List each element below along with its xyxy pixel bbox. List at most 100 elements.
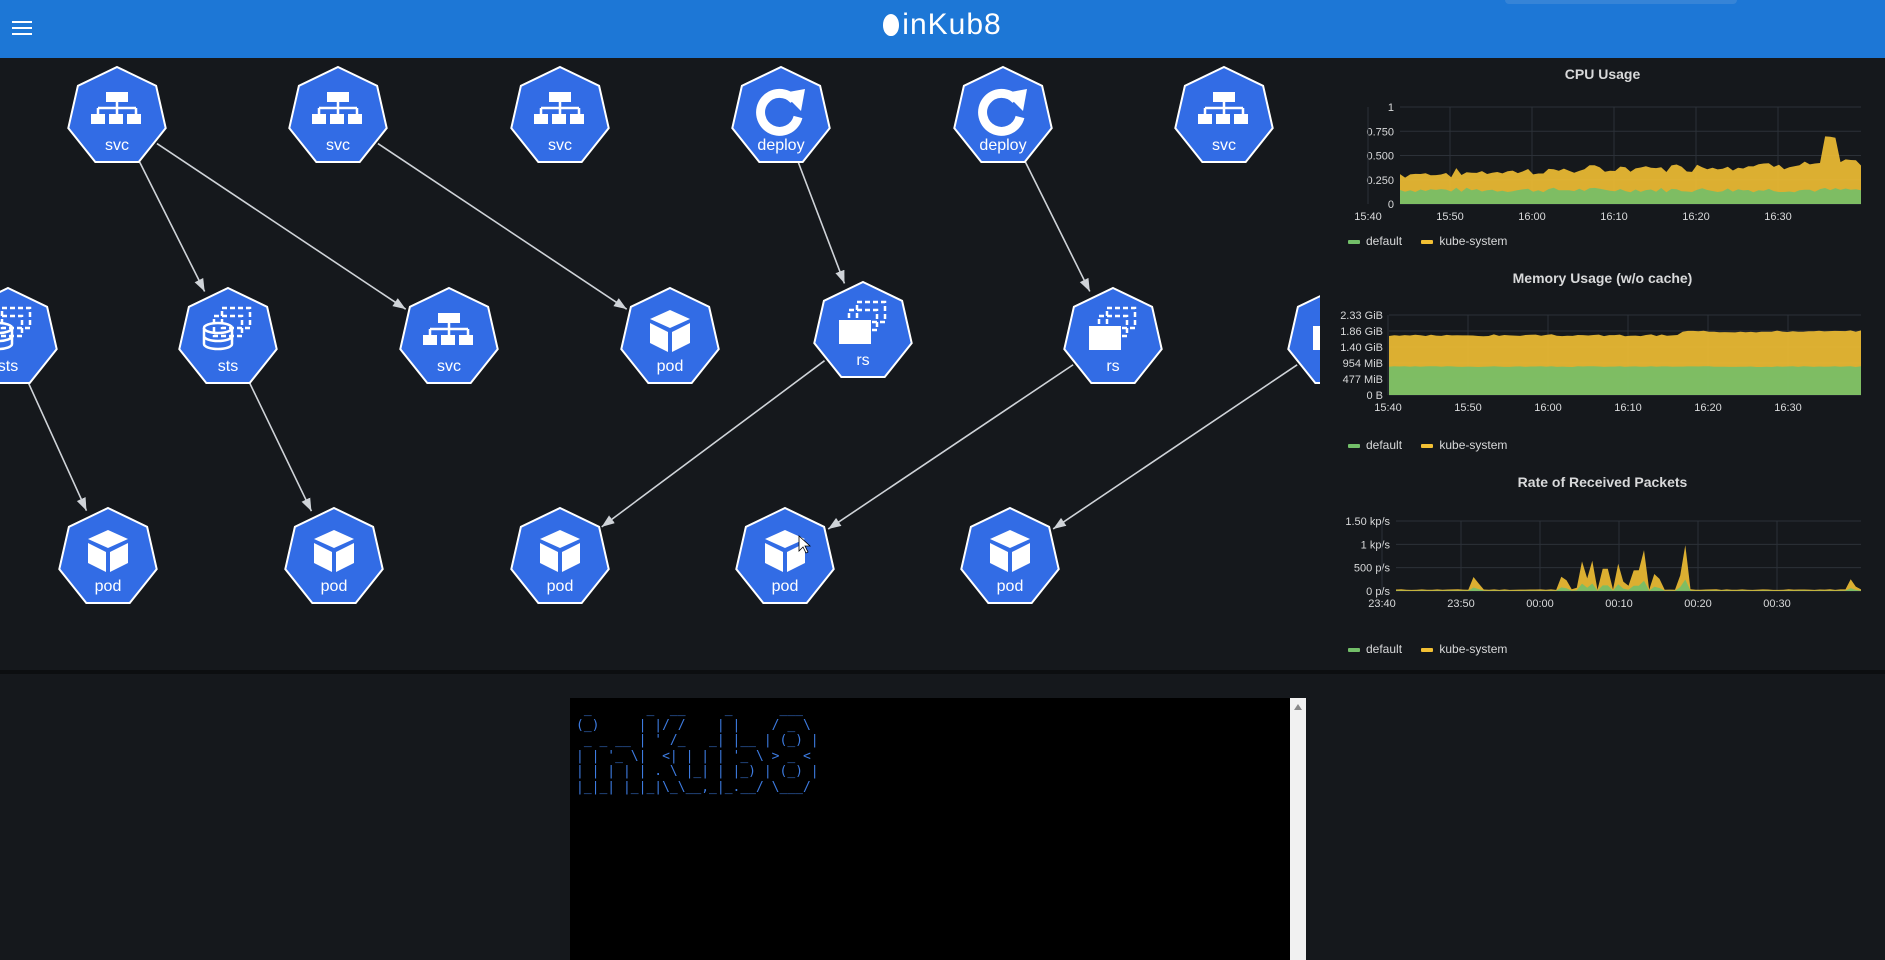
graph-node-svc[interactable]: svc [1174,65,1274,163]
y-tick-label: 2.33 GiB [1340,310,1383,322]
x-tick-label: 23:50 [1447,598,1475,610]
terminal-area: _ _ __ _ ___ (_) | |/ / | | / _ \ _ _ __… [0,674,1885,960]
scroll-up-arrow-icon[interactable] [1294,704,1302,710]
graph-edge [27,381,88,511]
legend-item-kube-system[interactable]: kube-system [1421,234,1507,248]
x-tick-label: 15:50 [1454,402,1482,414]
cpu-usage-chart[interactable]: 1 0.750 0.500 0.250 0 15:40 15:50 16:00 16:10 16:… [1320,58,1885,262]
y-tick-label: 1.50 kp/s [1345,516,1390,528]
graph-node-label: svc [437,358,461,375]
x-tick-label: 15:40 [1354,211,1382,223]
y-tick-label: 1.40 GiB [1340,342,1383,354]
graph-node-sts[interactable]: sts [178,286,278,384]
graph-node-label: pod [547,578,574,595]
graph-node-svc[interactable]: svc [67,65,167,163]
graph-node-deploy[interactable]: deploy [953,65,1053,163]
terminal[interactable]: _ _ __ _ ___ (_) | |/ / | | / _ \ _ _ __… [570,698,1290,960]
ascii-banner: _ _ __ _ ___ (_) | |/ / | | / _ \ _ _ __… [576,702,819,795]
graph-node-svc[interactable]: svc [288,65,388,163]
top-app-bar: inKub8 [0,0,1885,58]
egg-logo-icon [883,14,900,36]
y-tick-label: 1 kp/s [1361,539,1391,551]
legend-item-default[interactable]: default [1348,234,1402,248]
graph-node-label: deploy [757,137,804,154]
y-tick-label: 500 p/s [1354,563,1391,575]
graph-node-label: pod [657,358,684,375]
graph-node-svc[interactable]: svc [399,286,499,384]
graph-node-sts[interactable]: sts [0,286,58,384]
y-tick-label: 954 MiB [1343,358,1383,370]
graph-node-rs[interactable]: rs [1063,286,1163,384]
y-tick-label: 0.750 [1366,126,1394,138]
graph-node-label: rs [1106,358,1119,375]
x-tick-label: 23:40 [1368,598,1396,610]
graph-node-label: pod [772,578,799,595]
x-tick-label: 15:40 [1374,402,1402,414]
app-title: inKub8 [902,8,1002,41]
graph-node-pod[interactable]: pod [620,286,720,384]
chart-legend: default kube-system [1348,642,1523,656]
y-tick-label: 0.500 [1366,151,1394,163]
graph-node-label: svc [105,137,129,154]
received-packets-panel: Rate of Received Packets 1.50 kp/s 1 kp/s… [1320,466,1885,670]
x-tick-label: 16:00 [1534,402,1562,414]
graph-edge [156,142,407,310]
cluster-graph[interactable]: svc svc svc deploy deploy svc sts sts svc pod rs rs… [0,58,1320,670]
top-right-tab [1505,0,1737,4]
y-tick-label: 477 MiB [1343,374,1383,386]
legend-item-kube-system[interactable]: kube-system [1421,642,1507,656]
graph-node-label: pod [321,578,348,595]
graph-node-pod[interactable]: pod [735,506,835,604]
chart-legend: default kube-system [1348,438,1523,452]
x-tick-label: 00:10 [1605,598,1633,610]
received-packets-chart[interactable]: 1.50 kp/s 1 kp/s 500 p/s 0 p/s23:40 23:50 00:… [1320,466,1885,670]
y-tick-label: 0.250 [1366,175,1394,187]
graph-edge [827,364,1074,530]
graph-node-pod[interactable]: pod [960,506,1060,604]
graph-edge [601,360,826,528]
graph-node-pod[interactable]: pod [510,506,610,604]
graph-edge [377,142,628,310]
graph-node-label: sts [218,358,238,375]
graph-node-svc[interactable]: svc [510,65,610,163]
x-tick-label: 00:20 [1684,598,1712,610]
graph-edge [797,161,846,284]
x-tick-label: 16:30 [1774,402,1802,414]
y-tick-label: 1 [1388,102,1394,114]
graph-edge [1052,364,1298,530]
x-tick-label: 16:10 [1600,211,1628,223]
y-tick-label: 1.86 GiB [1340,326,1383,338]
metrics-panels: CPU Usage 1 0.750 0.500 0.250 0 15:40 15:50 16:… [1320,58,1885,670]
x-tick-label: 16:20 [1694,402,1722,414]
graph-node-label: deploy [979,137,1026,154]
graph-edge [137,159,206,292]
x-tick-label: 00:30 [1763,598,1791,610]
graph-node-rs[interactable]: rs [813,280,913,378]
graph-node-pod[interactable]: pod [58,506,158,604]
app-logo: inKub8 [0,8,1885,42]
y-tick-label: 0 p/s [1366,586,1390,598]
x-tick-label: 15:50 [1436,211,1464,223]
graph-node-label: sts [0,358,18,375]
legend-item-kube-system[interactable]: kube-system [1421,438,1507,452]
graph-node-label: pod [95,578,122,595]
series-default-area [1389,366,1861,395]
x-tick-label: 00:00 [1526,598,1554,610]
cluster-graph-canvas[interactable]: svc svc svc deploy deploy svc sts sts svc pod rs rs… [0,58,1320,670]
legend-item-default[interactable]: default [1348,642,1402,656]
x-tick-label: 16:20 [1682,211,1710,223]
y-tick-label: 0 [1388,199,1394,211]
memory-usage-panel: Memory Usage (w/o cache) 2.33 GiB 1.86 Gi… [1320,262,1885,466]
graph-edge [1023,159,1091,292]
graph-node-label: svc [326,137,350,154]
memory-usage-chart[interactable]: 2.33 GiB 1.86 GiB 1.40 GiB 954 MiB 477 MiB 0 … [1320,262,1885,466]
graph-node-label: rs [856,352,869,369]
legend-item-default[interactable]: default [1348,438,1402,452]
graph-node-rs[interactable] [1287,288,1320,384]
graph-node-pod[interactable]: pod [284,506,384,604]
graph-node-deploy[interactable]: deploy [731,65,831,163]
graph-node-label: svc [548,137,572,154]
x-tick-label: 16:10 [1614,402,1642,414]
graph-node-label: svc [1212,137,1236,154]
terminal-scrollbar[interactable] [1290,698,1306,960]
